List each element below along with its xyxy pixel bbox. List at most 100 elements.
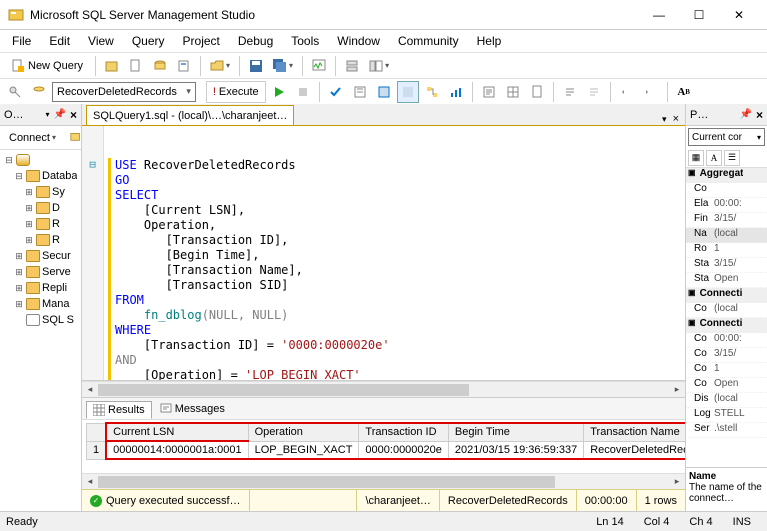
tree-node[interactable]: ⊟Databa <box>2 168 79 184</box>
prop-row[interactable]: Co <box>686 183 767 198</box>
code-area[interactable]: USE RecoverDeletedRecordsGOSELECT [Curre… <box>104 126 685 380</box>
tab-dropdown-icon[interactable]: ▾ <box>662 114 667 125</box>
comment-button[interactable] <box>559 81 581 103</box>
prop-row[interactable]: Fin3/15/ <box>686 213 767 228</box>
editor-tab[interactable]: SQLQuery1.sql - (local)\…\charanjeet… <box>86 105 294 125</box>
include-stats-button[interactable] <box>445 81 467 103</box>
menu-community[interactable]: Community <box>390 32 467 50</box>
prop-row[interactable]: Ela00:00: <box>686 198 767 213</box>
available-databases-icon[interactable] <box>28 81 50 103</box>
maximize-button[interactable]: ☐ <box>679 1 719 29</box>
new-db-button[interactable] <box>149 55 171 77</box>
col-operation[interactable]: Operation <box>248 423 359 441</box>
tree-twisty[interactable]: ⊞ <box>24 203 34 214</box>
editor-hscrollbar[interactable]: ◂▸ <box>82 381 685 397</box>
tree-node[interactable]: ⊞Mana <box>2 296 79 312</box>
col-begin-time[interactable]: Begin Time <box>448 423 583 441</box>
save-button[interactable] <box>245 55 267 77</box>
alphabetical-button[interactable]: A <box>706 150 722 166</box>
save-all-button[interactable] <box>269 55 297 77</box>
object-tree[interactable]: ⊟⊟Databa⊞Sy⊞D⊞R⊞R⊞Secur⊞Serve⊞Repli⊞Mana… <box>0 150 81 511</box>
tree-twisty[interactable]: ⊞ <box>14 251 24 262</box>
tree-node[interactable]: ⊞Secur <box>2 248 79 264</box>
results-hscrollbar[interactable]: ◂▸ <box>82 473 685 489</box>
tree-twisty[interactable]: ⊞ <box>14 267 24 278</box>
prop-category[interactable]: Aggregat <box>686 168 767 183</box>
new-query-button[interactable]: New Query <box>4 55 90 77</box>
prop-row[interactable]: Na(local <box>686 228 767 243</box>
results-text-button[interactable] <box>478 81 500 103</box>
props-pages-button[interactable]: ☰ <box>724 150 740 166</box>
parse-button[interactable] <box>325 81 347 103</box>
categorized-button[interactable]: ▦ <box>688 150 704 166</box>
prop-row[interactable]: Co3/15/ <box>686 348 767 363</box>
intellisense-button[interactable] <box>397 81 419 103</box>
query-options-button[interactable] <box>373 81 395 103</box>
close-panel-icon[interactable]: × <box>70 108 77 122</box>
open-file-button[interactable] <box>206 55 234 77</box>
uncomment-button[interactable] <box>583 81 605 103</box>
new-file-button[interactable] <box>125 55 147 77</box>
messages-tab[interactable]: Messages <box>154 401 231 417</box>
tree-twisty[interactable]: ⊞ <box>14 283 24 294</box>
menu-tools[interactable]: Tools <box>283 32 327 50</box>
connect-button[interactable]: Connect <box>4 130 61 146</box>
change-connection-button[interactable] <box>4 81 26 103</box>
properties-grid[interactable]: AggregatCoEla00:00:Fin3/15/Na(localRo1St… <box>686 168 767 467</box>
menu-file[interactable]: File <box>4 32 39 50</box>
prop-row[interactable]: Ser.\stell <box>686 423 767 438</box>
prop-row[interactable]: CoOpen <box>686 378 767 393</box>
tree-node[interactable]: SQL S <box>2 312 79 328</box>
indent-button[interactable] <box>616 81 638 103</box>
outdent-button[interactable] <box>640 81 662 103</box>
prop-row[interactable]: Co(local <box>686 303 767 318</box>
menu-view[interactable]: View <box>80 32 122 50</box>
close-tab-icon[interactable]: × <box>673 113 679 125</box>
pin-icon[interactable]: 📌 <box>54 109 66 120</box>
tree-twisty[interactable]: ⊟ <box>4 155 14 166</box>
prop-row[interactable]: Co00:00: <box>686 333 767 348</box>
include-plan-button[interactable] <box>421 81 443 103</box>
minimize-button[interactable]: — <box>639 1 679 29</box>
tree-node[interactable]: ⊞Serve <box>2 264 79 280</box>
sql-editor[interactable]: ⊟ USE RecoverDeletedRecordsGOSELECT [Cur… <box>82 126 685 381</box>
menu-query[interactable]: Query <box>124 32 173 50</box>
close-panel-icon[interactable]: × <box>756 108 763 122</box>
specify-values-button[interactable]: AB <box>673 81 695 103</box>
menu-help[interactable]: Help <box>469 32 510 50</box>
new-report-button[interactable] <box>173 55 195 77</box>
prop-row[interactable]: StaOpen <box>686 273 767 288</box>
prop-row[interactable]: Sta3/15/ <box>686 258 767 273</box>
tree-node[interactable]: ⊞D <box>2 200 79 216</box>
tree-node[interactable]: ⊞R <box>2 216 79 232</box>
properties-object-combo[interactable]: Current cor <box>688 128 765 146</box>
tree-twisty[interactable]: ⊞ <box>14 299 24 310</box>
new-project-button[interactable] <box>101 55 123 77</box>
prop-category[interactable]: Connecti <box>686 288 767 303</box>
tree-node[interactable]: ⊞Sy <box>2 184 79 200</box>
cancel-query-button[interactable] <box>292 81 314 103</box>
menu-window[interactable]: Window <box>329 32 388 50</box>
col-tx-name[interactable]: Transaction Name <box>584 423 685 441</box>
col-txid[interactable]: Transaction ID <box>359 423 448 441</box>
prop-category[interactable]: Connecti <box>686 318 767 333</box>
object-explorer-button[interactable] <box>365 55 393 77</box>
prop-row[interactable]: Ro1 <box>686 243 767 258</box>
execute-button[interactable]: ! Execute <box>206 81 266 103</box>
tree-twisty[interactable]: ⊞ <box>24 187 34 198</box>
prop-row[interactable]: Dis(local <box>686 393 767 408</box>
tree-node[interactable]: ⊞Repli <box>2 280 79 296</box>
pin-icon[interactable]: 📌 <box>740 109 752 120</box>
tree-twisty[interactable]: ⊞ <box>24 219 34 230</box>
activity-monitor-button[interactable] <box>308 55 330 77</box>
tree-twisty[interactable]: ⊟ <box>14 171 24 182</box>
menu-debug[interactable]: Debug <box>230 32 281 50</box>
results-file-button[interactable] <box>526 81 548 103</box>
database-combo[interactable]: RecoverDeletedRecords <box>52 82 196 102</box>
registered-servers-button[interactable] <box>341 55 363 77</box>
table-row[interactable]: 1 00000014:0000001a:0001 LOP_BEGIN_XACT … <box>87 441 686 459</box>
estimated-plan-button[interactable] <box>349 81 371 103</box>
close-window-button[interactable]: ✕ <box>719 1 759 29</box>
debug-button[interactable] <box>268 81 290 103</box>
tree-node[interactable]: ⊞R <box>2 232 79 248</box>
